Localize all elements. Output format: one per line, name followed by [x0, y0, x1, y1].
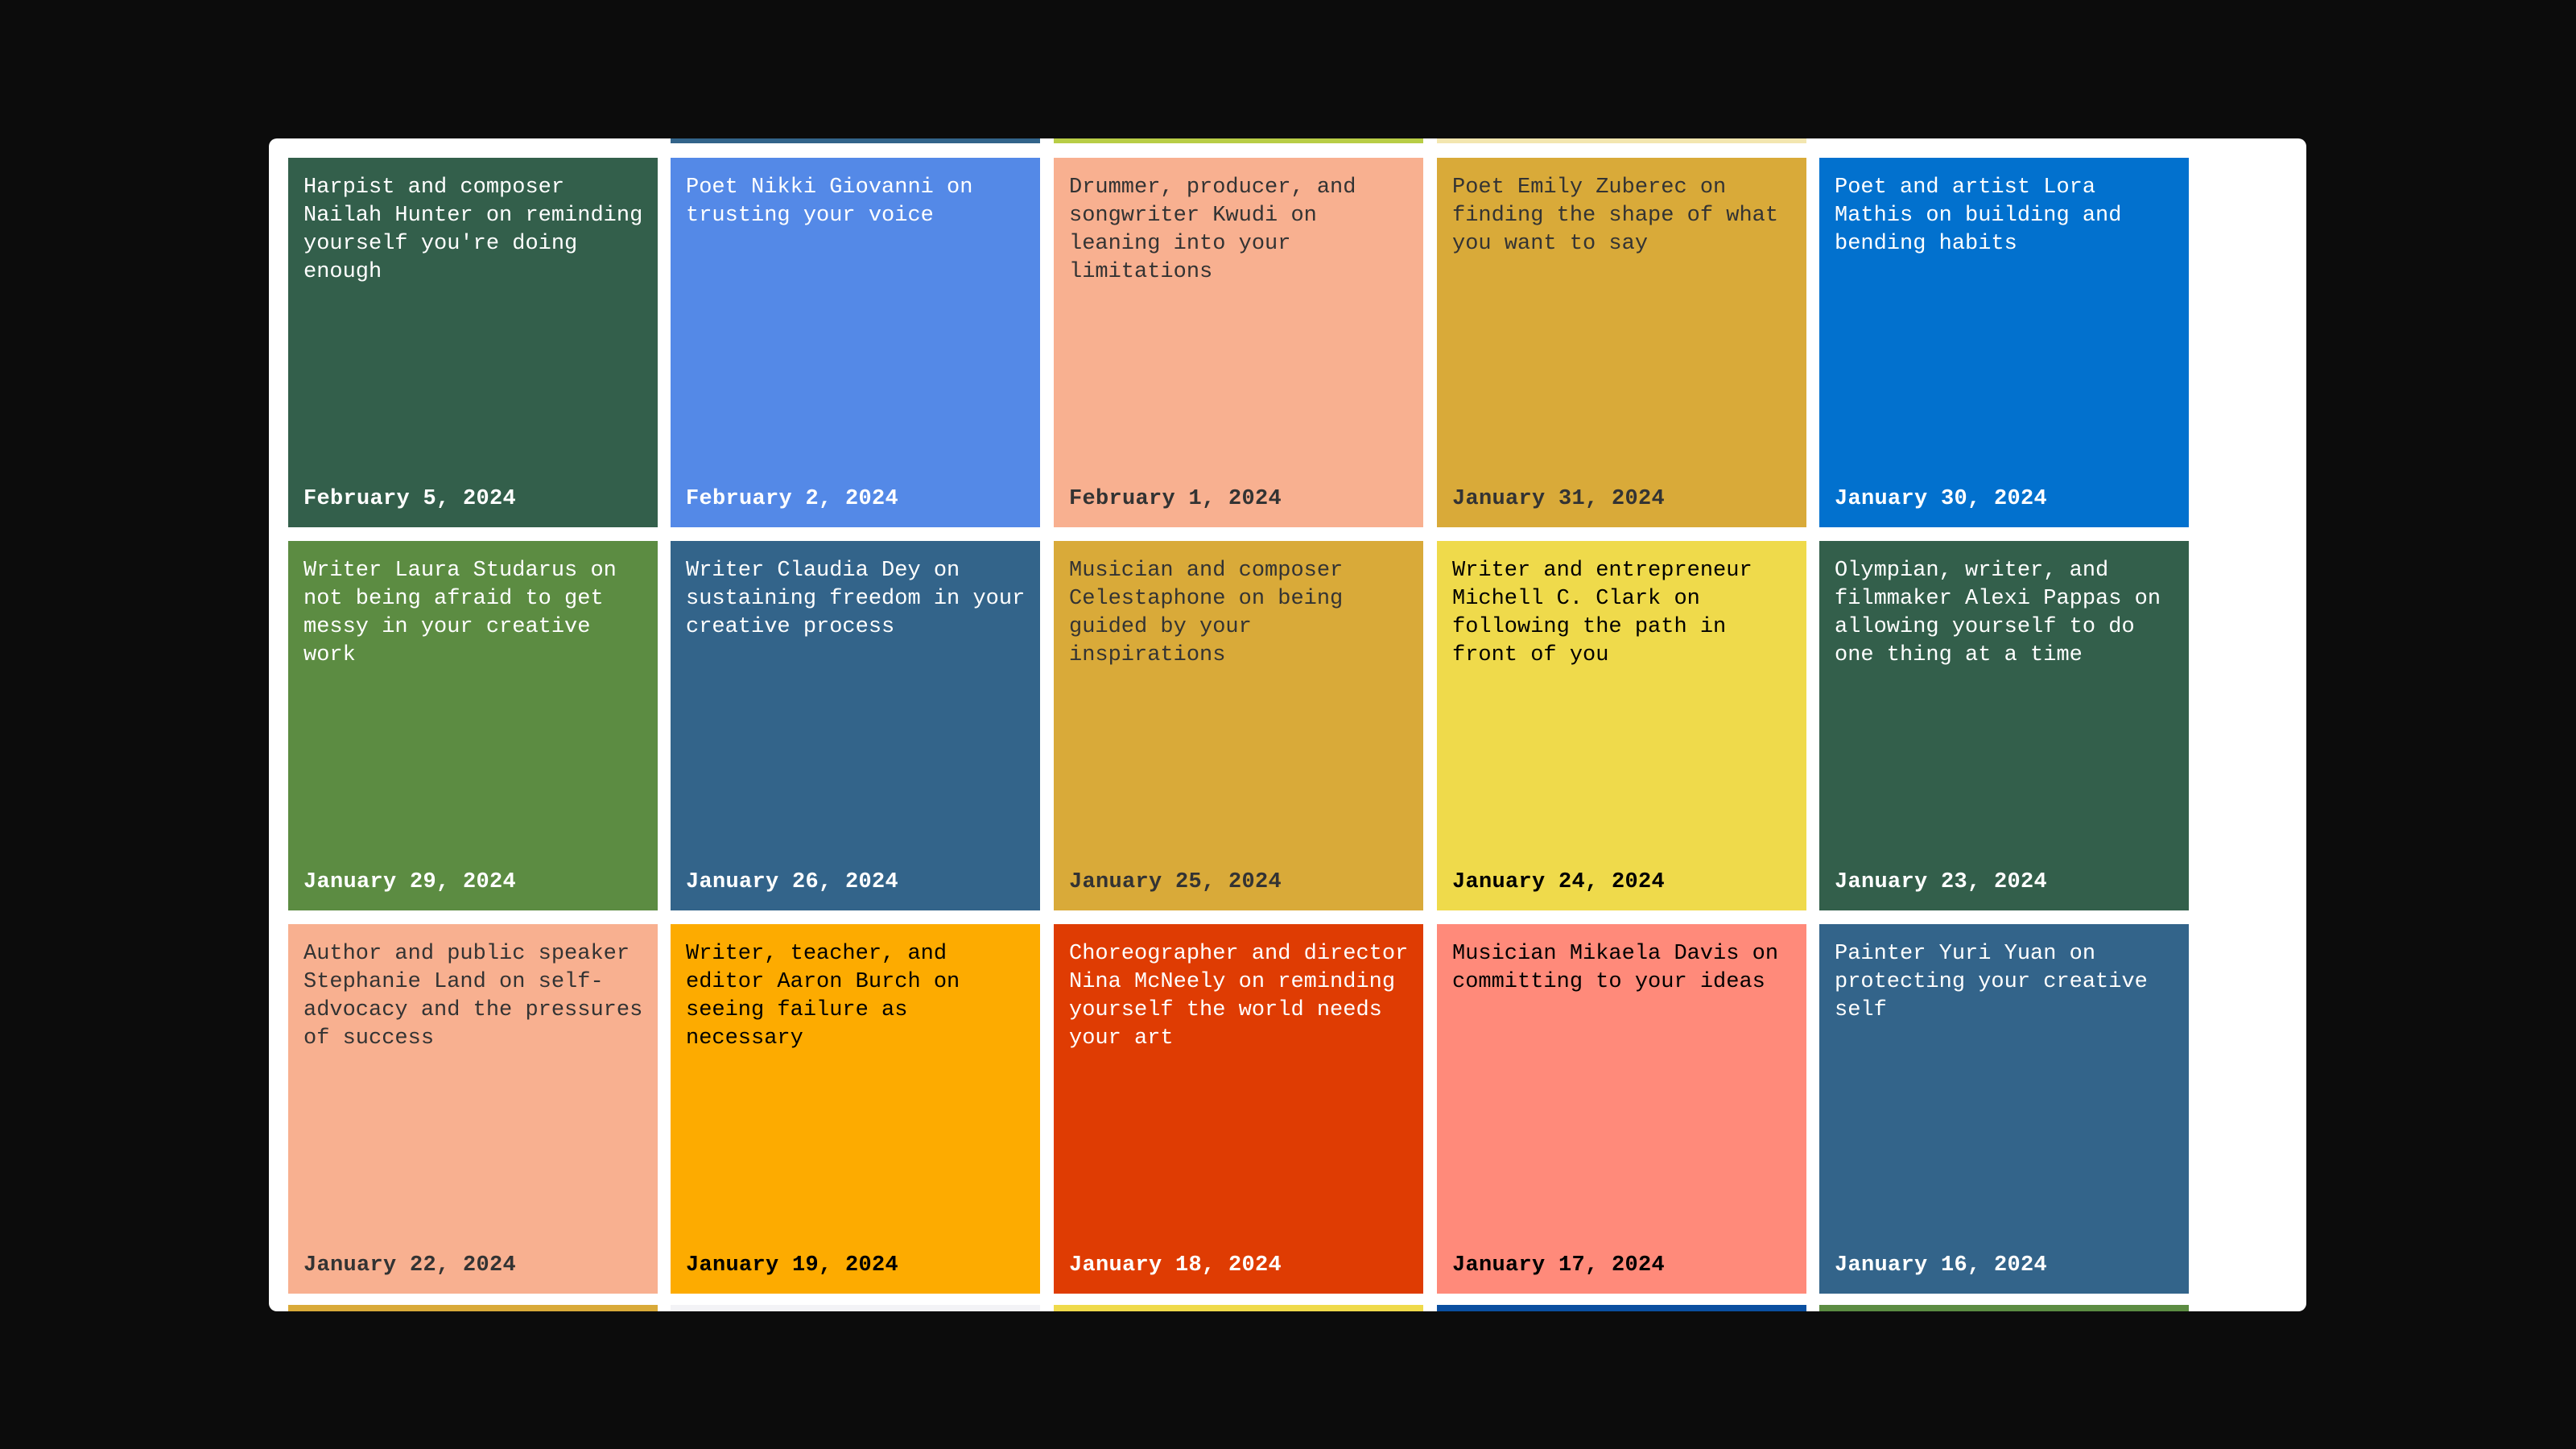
card-date: January 31, 2024: [1452, 487, 1666, 511]
card-date: January 25, 2024: [1069, 870, 1282, 894]
card-date: January 22, 2024: [303, 1253, 517, 1278]
card-title[interactable]: Harpist and composer Nailah Hunter on re…: [303, 174, 643, 287]
card-date: January 16, 2024: [1835, 1253, 2048, 1278]
card-title[interactable]: Writer and entrepreneur Michell C. Clark…: [1452, 557, 1792, 670]
partial-card-top-5[interactable]: [1819, 138, 2189, 143]
card-date: January 18, 2024: [1069, 1253, 1282, 1278]
card-title[interactable]: Author and public speaker Stephanie Land…: [303, 940, 643, 1053]
browser-window: Harpist and composer Nailah Hunter on re…: [269, 138, 2306, 1311]
card-title[interactable]: Choreographer and director Nina McNeely …: [1069, 940, 1409, 1053]
partial-card-top-2[interactable]: [671, 138, 1040, 143]
partial-card-bottom-5[interactable]: [1819, 1305, 2189, 1311]
card-title[interactable]: Poet and artist Lora Mathis on building …: [1835, 174, 2174, 258]
article-card[interactable]: Musician Mikaela Davis on committing to …: [1437, 924, 1806, 1294]
card-date: January 19, 2024: [686, 1253, 899, 1278]
card-date: January 17, 2024: [1452, 1253, 1666, 1278]
card-title[interactable]: Musician Mikaela Davis on committing to …: [1452, 940, 1792, 997]
card-date: January 30, 2024: [1835, 487, 2048, 511]
article-card[interactable]: Author and public speaker Stephanie Land…: [288, 924, 658, 1294]
article-card[interactable]: Olympian, writer, and filmmaker Alexi Pa…: [1819, 541, 2189, 910]
article-card[interactable]: Writer Claudia Dey on sustaining freedom…: [671, 541, 1040, 910]
article-card[interactable]: Harpist and composer Nailah Hunter on re…: [288, 158, 658, 527]
card-title[interactable]: Olympian, writer, and filmmaker Alexi Pa…: [1835, 557, 2174, 670]
next-row-partial[interactable]: [288, 1305, 2196, 1311]
article-card[interactable]: Poet and artist Lora Mathis on building …: [1819, 158, 2189, 527]
article-card[interactable]: Painter Yuri Yuan on protecting your cre…: [1819, 924, 2189, 1294]
card-title[interactable]: Writer Laura Studarus on not being afrai…: [303, 557, 643, 670]
card-grid: Harpist and composer Nailah Hunter on re…: [288, 138, 2196, 1311]
partial-card-top-1[interactable]: [288, 138, 658, 143]
card-title[interactable]: Painter Yuri Yuan on protecting your cre…: [1835, 940, 2174, 1025]
card-date: January 24, 2024: [1452, 870, 1666, 894]
partial-card-top-3[interactable]: [1054, 138, 1423, 143]
article-card[interactable]: Writer, teacher, and editor Aaron Burch …: [671, 924, 1040, 1294]
previous-row-partial[interactable]: [288, 138, 2196, 143]
partial-card-bottom-1[interactable]: [288, 1305, 658, 1311]
article-card[interactable]: Choreographer and director Nina McNeely …: [1054, 924, 1423, 1294]
article-card[interactable]: Poet Emily Zuberec on finding the shape …: [1437, 158, 1806, 527]
article-card[interactable]: Drummer, producer, and songwriter Kwudi …: [1054, 158, 1423, 527]
card-title[interactable]: Drummer, producer, and songwriter Kwudi …: [1069, 174, 1409, 287]
article-card[interactable]: Writer and entrepreneur Michell C. Clark…: [1437, 541, 1806, 910]
card-title[interactable]: Poet Emily Zuberec on finding the shape …: [1452, 174, 1792, 258]
card-title[interactable]: Poet Nikki Giovanni on trusting your voi…: [686, 174, 1026, 230]
card-date: January 29, 2024: [303, 870, 517, 894]
card-date: January 23, 2024: [1835, 870, 2048, 894]
partial-card-bottom-3[interactable]: [1054, 1305, 1423, 1311]
card-title[interactable]: Writer, teacher, and editor Aaron Burch …: [686, 940, 1026, 1053]
partial-card-top-4[interactable]: [1437, 138, 1806, 143]
article-card[interactable]: Musician and composer Celestaphone on be…: [1054, 541, 1423, 910]
card-date: February 2, 2024: [686, 487, 899, 511]
card-title[interactable]: Writer Claudia Dey on sustaining freedom…: [686, 557, 1026, 642]
partial-card-bottom-4[interactable]: [1437, 1305, 1806, 1311]
card-date: February 5, 2024: [303, 487, 517, 511]
card-date: February 1, 2024: [1069, 487, 1282, 511]
article-card[interactable]: Writer Laura Studarus on not being afrai…: [288, 541, 658, 910]
card-title[interactable]: Musician and composer Celestaphone on be…: [1069, 557, 1409, 670]
partial-card-bottom-2[interactable]: [671, 1305, 1040, 1311]
article-card[interactable]: Poet Nikki Giovanni on trusting your voi…: [671, 158, 1040, 527]
card-date: January 26, 2024: [686, 870, 899, 894]
